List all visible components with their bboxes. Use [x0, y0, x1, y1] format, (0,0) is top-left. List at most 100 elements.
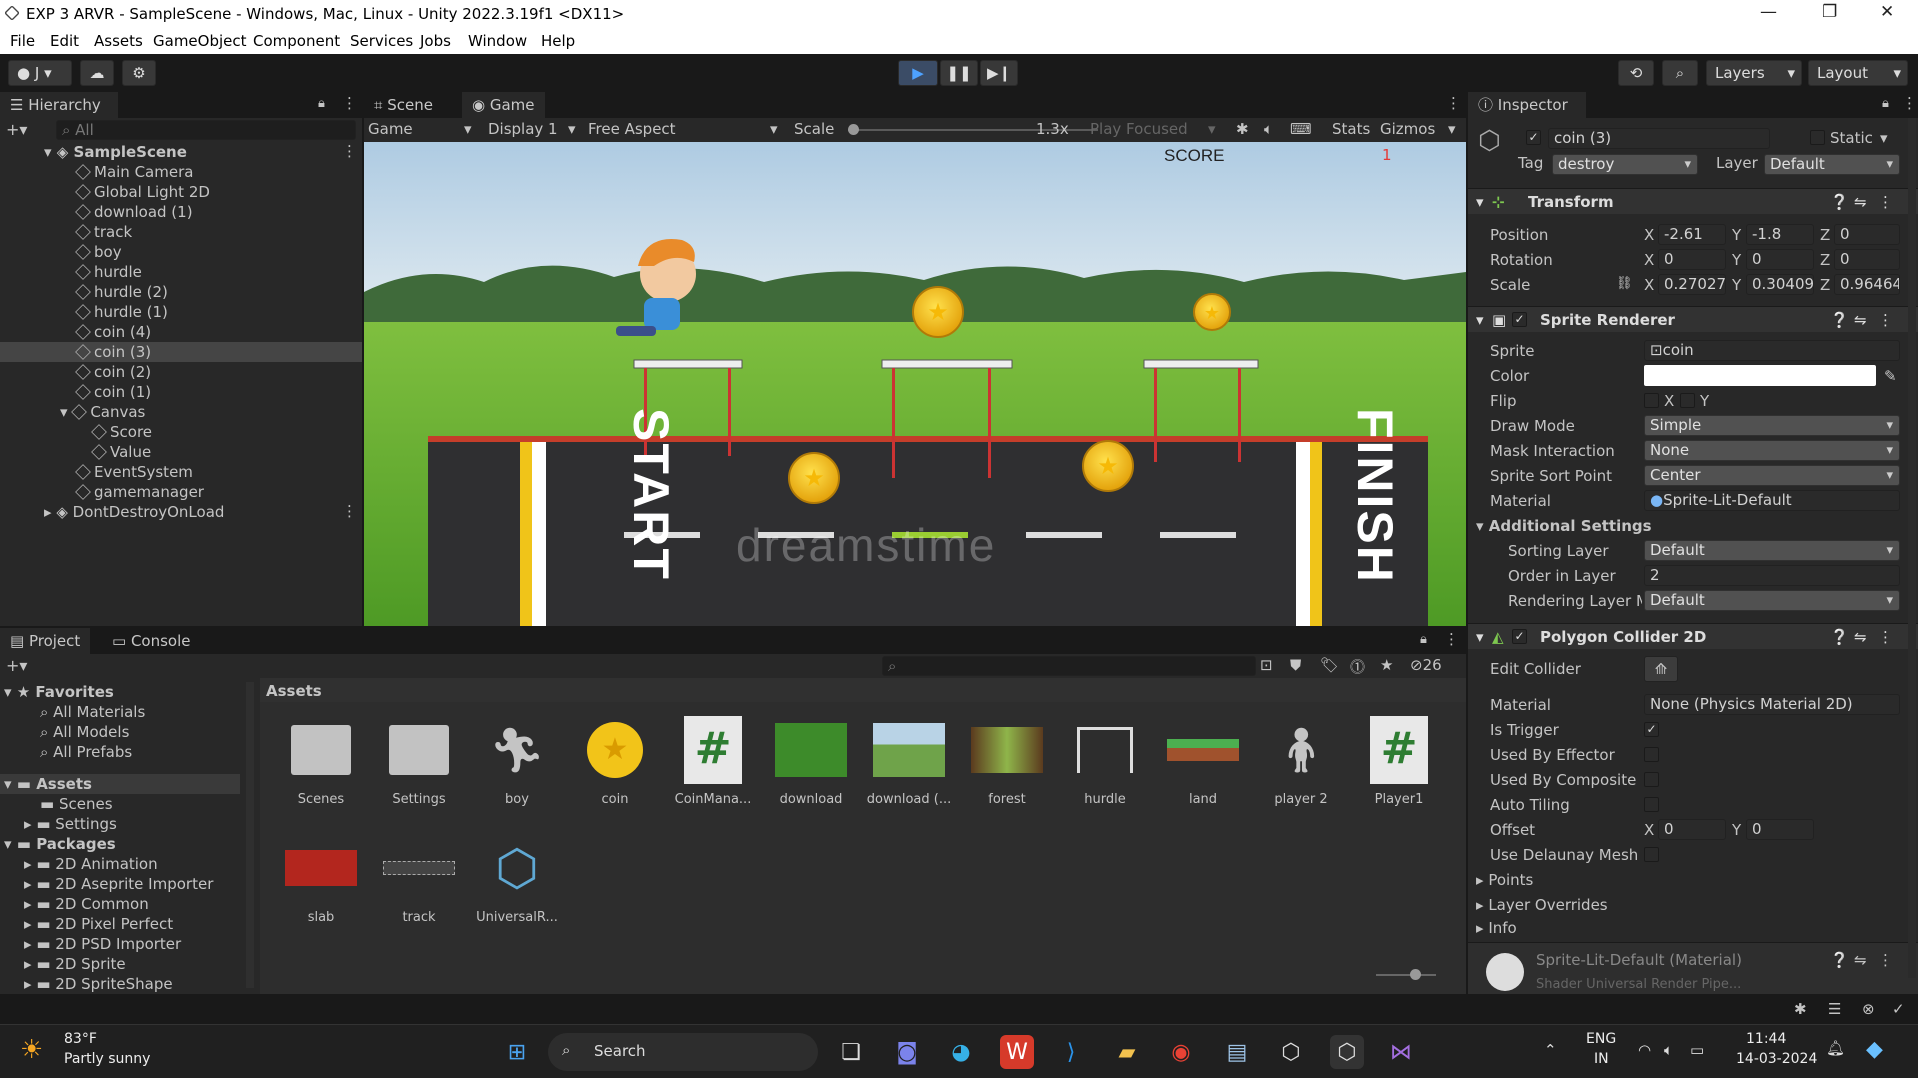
tag-icon[interactable]: 🏷︎: [1320, 656, 1339, 674]
warning-icon[interactable]: ⓵: [1350, 656, 1365, 677]
weather-icon[interactable]: ☀: [20, 1035, 43, 1065]
kebab-menu-icon[interactable]: ⋮: [1446, 94, 1461, 112]
hierarchy-item[interactable]: hurdle (1): [75, 302, 168, 322]
pause-button[interactable]: ❚❚: [940, 60, 978, 86]
teams-icon[interactable]: ◙: [890, 1035, 924, 1069]
tab-hierarchy[interactable]: ☰ Hierarchy: [0, 92, 118, 118]
favorite-item[interactable]: ⌕ All Materials: [40, 702, 145, 722]
preset-icon[interactable]: ⇋: [1854, 307, 1867, 333]
scale-y-field[interactable]: 0.30409: [1746, 274, 1814, 295]
layout-dropdown[interactable]: Layout ▾: [1808, 60, 1908, 86]
help-icon[interactable]: ❔: [1830, 307, 1849, 333]
menu-jobs[interactable]: Jobs: [420, 32, 451, 50]
lock-icon[interactable]: 🔒︎: [1882, 96, 1889, 111]
eyedropper-icon[interactable]: ✎: [1884, 367, 1897, 385]
bug-icon[interactable]: ✱: [1236, 120, 1249, 138]
rotation-y-field[interactable]: 0: [1746, 249, 1814, 270]
gizmos-dropdown-arrow[interactable]: ▾: [1448, 120, 1456, 138]
asset-item[interactable]: Scenes: [278, 714, 364, 807]
keyboard-icon[interactable]: ⌨: [1290, 120, 1312, 138]
package-item[interactable]: ▸ ▬ 2D Pixel Perfect: [24, 914, 173, 934]
asset-item[interactable]: ★ coin: [572, 714, 658, 807]
favorite-star-icon[interactable]: ★: [1380, 656, 1393, 674]
game-viewport[interactable]: ★ ★ ★ ★ START FINISH dreamstime SCORE 1: [364, 142, 1466, 626]
wifi-icon[interactable]: ◠: [1638, 1041, 1651, 1059]
preset-icon[interactable]: ⇋: [1854, 189, 1867, 215]
scene-root[interactable]: ▾ ◈ SampleScene: [44, 142, 187, 162]
kebab-menu-icon[interactable]: ⋮: [1444, 630, 1459, 648]
audio-icon[interactable]: 🔈︎: [1264, 120, 1273, 138]
sort-point-dropdown[interactable]: Center: [1644, 465, 1900, 486]
hierarchy-item[interactable]: gamemanager: [75, 482, 204, 502]
tab-console[interactable]: ▭ Console: [102, 628, 201, 654]
delaunay-checkbox[interactable]: [1644, 847, 1659, 862]
static-checkbox[interactable]: [1810, 130, 1825, 145]
asset-item[interactable]: 🧍︎ player 2: [1258, 714, 1344, 807]
help-icon[interactable]: ❔: [1830, 951, 1849, 969]
hierarchy-item[interactable]: track: [75, 222, 132, 242]
position-z-field[interactable]: 0: [1834, 224, 1900, 245]
display-dropdown[interactable]: Display 1 ▾: [488, 120, 580, 138]
file-explorer-icon[interactable]: ▰: [1110, 1035, 1144, 1069]
hierarchy-item[interactable]: Score: [91, 422, 152, 442]
flip-x-checkbox[interactable]: [1644, 393, 1659, 408]
asset-item[interactable]: hurdle: [1062, 714, 1148, 807]
hierarchy-item[interactable]: Value: [91, 442, 151, 462]
favorites-folder[interactable]: ▾ ★ Favorites: [4, 682, 114, 702]
hierarchy-item[interactable]: download (1): [75, 202, 193, 222]
vscode-icon[interactable]: ⟩: [1054, 1035, 1088, 1069]
dontdestroyonload-root[interactable]: ▸ ◈ DontDestroyOnLoad: [44, 502, 224, 522]
lock-icon[interactable]: 🔒︎: [1420, 632, 1427, 647]
dontdestroy-kebab-icon[interactable]: ⋮: [342, 502, 357, 520]
asset-item[interactable]: forest: [964, 714, 1050, 807]
asset-item[interactable]: # Player1: [1356, 714, 1442, 807]
kebab-menu-icon[interactable]: ⋮: [342, 94, 357, 112]
tag-dropdown[interactable]: destroy: [1552, 154, 1698, 175]
used-by-composite-checkbox[interactable]: [1644, 772, 1659, 787]
tray-chevron-icon[interactable]: ⌃: [1544, 1041, 1557, 1059]
task-view-icon[interactable]: ❏: [834, 1035, 868, 1069]
asset-item[interactable]: Settings: [376, 714, 462, 807]
rotation-x-field[interactable]: 0: [1658, 249, 1726, 270]
create-asset-button[interactable]: +▾: [6, 656, 27, 675]
polygon-collider-enabled-checkbox[interactable]: ✓: [1512, 629, 1527, 644]
hierarchy-item[interactable]: EventSystem: [75, 462, 193, 482]
object-name-field[interactable]: coin (3): [1548, 128, 1770, 149]
search-by-type-icon[interactable]: ⊡: [1260, 656, 1273, 674]
rendering-layer-dropdown[interactable]: Default: [1644, 590, 1900, 611]
tree-scrollbar[interactable]: [246, 682, 254, 988]
draw-mode-dropdown[interactable]: Simple: [1644, 415, 1900, 436]
menu-edit[interactable]: Edit: [50, 32, 79, 50]
hierarchy-item[interactable]: hurdle: [75, 262, 142, 282]
transform-header[interactable]: ▾ ⊹ Transform ❔ ⇋ ⋮: [1468, 188, 1918, 214]
visual-studio-icon[interactable]: ⋈: [1384, 1035, 1418, 1069]
preset-icon[interactable]: ⇋: [1854, 624, 1867, 650]
tab-game[interactable]: ◉ Game: [462, 92, 545, 118]
bug-off-icon[interactable]: ✱: [1794, 1000, 1807, 1018]
aspect-dropdown[interactable]: Free Aspect ▾: [588, 120, 784, 138]
polygon-collider-header[interactable]: ▾ ◭ ✓ Polygon Collider 2D ❔ ⇋ ⋮: [1468, 623, 1918, 649]
static-dropdown-arrow[interactable]: ▾: [1880, 129, 1888, 147]
menu-component[interactable]: Component: [253, 32, 340, 50]
notification-bell-icon[interactable]: 🔔︎: [1826, 1039, 1845, 1057]
sorting-layer-dropdown[interactable]: Default: [1644, 540, 1900, 561]
close-icon[interactable]: ✕: [1880, 2, 1894, 22]
layer-dropdown[interactable]: Default: [1764, 154, 1900, 175]
unity-hub-icon[interactable]: ⬡: [1274, 1035, 1308, 1069]
assets-folder[interactable]: ▾ ▬ Assets: [4, 774, 92, 794]
filter-by-label-icon[interactable]: ⛊: [1290, 656, 1301, 674]
unity-editor-icon[interactable]: ⬡: [1330, 1035, 1364, 1069]
kebab-menu-icon[interactable]: ⋮: [1902, 94, 1917, 112]
preset-icon[interactable]: ⇋: [1854, 951, 1867, 969]
asset-item[interactable]: slab: [278, 832, 364, 925]
package-item[interactable]: ▸ ▬ 2D PSD Importer: [24, 934, 181, 954]
asset-item[interactable]: track: [376, 832, 462, 925]
history-icon[interactable]: ⟲: [1618, 60, 1654, 86]
hidden-packages-button[interactable]: ⊘26: [1410, 656, 1442, 674]
hierarchy-item[interactable]: coin (4): [75, 322, 151, 342]
volume-icon[interactable]: 🔈︎: [1664, 1041, 1673, 1059]
search-icon[interactable]: ⌕: [1662, 60, 1698, 86]
menu-gameobject[interactable]: GameObject: [153, 32, 247, 50]
scale-x-field[interactable]: 0.27027: [1658, 274, 1726, 295]
menu-window[interactable]: Window: [468, 32, 527, 50]
